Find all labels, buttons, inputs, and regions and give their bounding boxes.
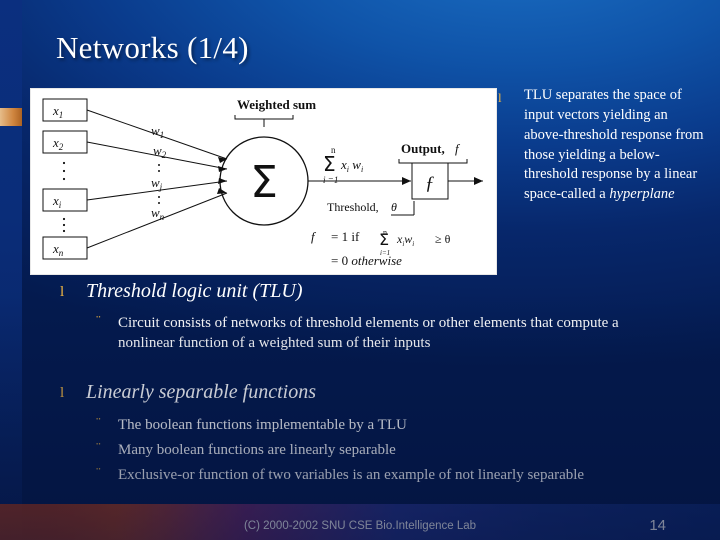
body-subitem-2-1-text: The boolean functions implementable by a… — [118, 417, 407, 433]
body-item-1: l Threshold logic unit (TLU) — [60, 280, 480, 303]
body-subitem-2-2: ¨ Many boolean functions are linearly se… — [96, 440, 661, 460]
body-item-2: l Linearly separable functions — [60, 381, 480, 404]
svg-text:θ: θ — [391, 200, 397, 214]
svg-text:Output,: Output, — [401, 141, 445, 156]
sub-bullet-icon-2-1: ¨ — [96, 416, 101, 431]
note-text-main: TLU separates the space of input vectors… — [524, 87, 704, 203]
bullet-icon-2: l — [60, 385, 65, 401]
left-decorative-band — [0, 0, 22, 540]
svg-text:Weighted sum: Weighted sum — [237, 97, 316, 112]
svg-text:Σ: Σ — [323, 152, 336, 176]
svg-text:Σ: Σ — [379, 230, 389, 249]
tlu-diagram-figure: x1 x2 xi xn w1 w2 wj wn Weighted sum Σ n… — [30, 88, 497, 275]
bullet-icon-1: l — [60, 284, 65, 300]
svg-text:i =1: i =1 — [323, 175, 338, 185]
note-bullet-icon: l — [498, 90, 502, 105]
body-item-1-label: Threshold logic unit (TLU) — [86, 280, 303, 302]
sub-bullet-icon-1-1: ¨ — [96, 314, 101, 329]
page-number: 14 — [649, 517, 666, 534]
svg-text:= 0 otherwise: = 0 otherwise — [331, 253, 402, 268]
svg-text:Threshold,: Threshold, — [327, 200, 379, 214]
body-subitem-2-2-text: Many boolean functions are linearly sepa… — [118, 442, 396, 458]
svg-text:≥ θ: ≥ θ — [435, 232, 451, 246]
svg-text:= 1 if: = 1 if — [331, 229, 360, 244]
body-subitem-1-1: ¨ Circuit consists of networks of thresh… — [96, 313, 661, 354]
body-subitem-2-3: ¨ Exclusive-or function of two variables… — [96, 465, 661, 485]
note-text: TLU separates the space of input vectors… — [524, 86, 708, 205]
body-subitem-1-1-text: Circuit consists of networks of threshol… — [118, 315, 619, 352]
sub-bullet-icon-2-3: ¨ — [96, 466, 101, 481]
slide-canvas: Networks (1/4) x1 x2 xi xn w1 w2 wj wn W… — [0, 0, 720, 540]
svg-text:xiwi: xiwi — [396, 232, 414, 248]
svg-text:xi wi: xi wi — [340, 157, 363, 174]
right-side-note: l TLU separates the space of input vecto… — [498, 86, 708, 205]
note-text-italic: hyperplane — [609, 186, 675, 203]
body-item-2-label: Linearly separable functions — [86, 381, 316, 403]
band-highlight — [0, 108, 22, 126]
page-title: Networks (1/4) — [56, 30, 249, 65]
body-subitem-2-1: ¨ The boolean functions implementable by… — [96, 415, 661, 435]
sub-bullet-icon-2-2: ¨ — [96, 441, 101, 456]
svg-text:ƒ: ƒ — [425, 173, 435, 194]
footer-credit: (C) 2000-2002 SNU CSE Bio.Intelligence L… — [243, 520, 477, 532]
body-subitem-2-3-text: Exclusive-or function of two variables i… — [118, 467, 585, 483]
svg-text:Σ: Σ — [250, 157, 278, 208]
